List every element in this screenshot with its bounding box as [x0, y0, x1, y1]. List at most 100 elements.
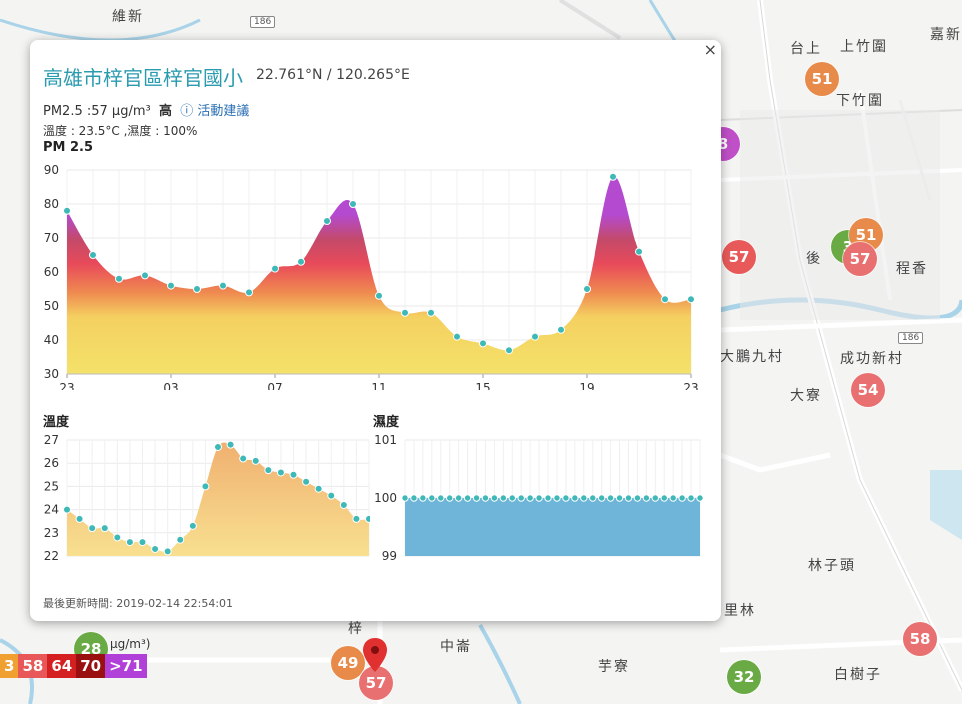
legend-item: 58	[18, 654, 48, 678]
data-point[interactable]	[89, 251, 97, 259]
map-pin[interactable]	[362, 637, 388, 673]
data-point[interactable]	[437, 494, 445, 502]
data-point[interactable]	[251, 456, 260, 465]
data-point[interactable]	[589, 494, 597, 502]
info-circle-icon[interactable]: ⓘ	[180, 104, 193, 119]
data-point[interactable]	[454, 494, 463, 502]
data-point[interactable]	[75, 514, 84, 523]
data-point[interactable]	[245, 288, 253, 297]
data-point[interactable]	[428, 494, 436, 502]
data-point[interactable]	[188, 521, 197, 530]
data-point[interactable]	[401, 308, 409, 317]
y-tick-label: 23	[44, 526, 59, 540]
data-point[interactable]	[214, 442, 222, 451]
close-button[interactable]: ×	[704, 40, 717, 59]
data-point[interactable]	[151, 545, 160, 554]
data-point[interactable]	[669, 494, 677, 502]
data-point[interactable]	[100, 524, 109, 533]
data-point[interactable]	[323, 217, 331, 225]
station-marker[interactable]: 58	[903, 622, 937, 656]
data-point[interactable]	[352, 514, 361, 523]
data-point[interactable]	[193, 285, 201, 293]
data-point[interactable]	[138, 538, 147, 547]
data-point[interactable]	[517, 494, 525, 502]
data-point[interactable]	[63, 505, 71, 514]
advice-link[interactable]: 活動建議	[197, 104, 249, 119]
data-point[interactable]	[635, 247, 643, 256]
data-point[interactable]	[219, 281, 227, 290]
station-marker[interactable]: 57	[722, 240, 756, 274]
data-point[interactable]	[226, 440, 235, 449]
data-point[interactable]	[289, 470, 298, 479]
data-point[interactable]	[314, 484, 323, 493]
humidity-area	[405, 498, 700, 556]
data-point[interactable]	[297, 257, 305, 266]
data-point[interactable]	[557, 325, 565, 334]
data-point[interactable]	[508, 494, 516, 502]
data-point[interactable]	[687, 295, 695, 304]
data-point[interactable]	[609, 172, 617, 181]
data-point[interactable]	[302, 477, 311, 486]
data-point[interactable]	[125, 538, 134, 547]
data-point[interactable]	[88, 524, 97, 533]
data-point[interactable]	[660, 494, 668, 502]
data-point[interactable]	[427, 308, 435, 317]
data-point[interactable]	[163, 547, 172, 556]
data-point[interactable]	[453, 332, 461, 341]
data-point[interactable]	[505, 346, 513, 355]
data-point[interactable]	[562, 494, 570, 502]
data-point[interactable]	[499, 494, 508, 502]
station-marker[interactable]: 32	[727, 660, 761, 694]
y-tick-label: 50	[44, 299, 59, 313]
data-point[interactable]	[633, 494, 642, 502]
data-point[interactable]	[463, 494, 472, 502]
data-point[interactable]	[624, 494, 633, 502]
data-point[interactable]	[481, 494, 490, 502]
data-point[interactable]	[678, 494, 686, 502]
data-point[interactable]	[553, 494, 561, 502]
data-point[interactable]	[115, 274, 123, 283]
data-point[interactable]	[606, 494, 615, 502]
data-point[interactable]	[63, 206, 71, 215]
data-point[interactable]	[445, 494, 454, 502]
data-point[interactable]	[349, 200, 357, 208]
data-point[interactable]	[615, 494, 624, 502]
data-point[interactable]	[113, 533, 122, 542]
data-point[interactable]	[531, 332, 539, 341]
data-point[interactable]	[167, 281, 175, 290]
data-point[interactable]	[410, 494, 418, 502]
data-point[interactable]	[264, 466, 273, 475]
data-point[interactable]	[597, 494, 606, 502]
data-point[interactable]	[642, 494, 651, 502]
data-point[interactable]	[375, 291, 383, 300]
station-marker[interactable]: 51	[805, 62, 839, 96]
data-point[interactable]	[687, 494, 695, 502]
data-point[interactable]	[571, 494, 579, 502]
data-point[interactable]	[327, 491, 336, 500]
data-point[interactable]	[176, 535, 185, 544]
data-point[interactable]	[651, 494, 660, 502]
data-point[interactable]	[580, 494, 588, 502]
station-coords: 22.761°N / 120.265°E	[256, 67, 410, 83]
data-point[interactable]	[239, 454, 248, 463]
data-point[interactable]	[401, 494, 409, 502]
station-marker[interactable]: 54	[851, 373, 885, 407]
station-marker[interactable]: 57	[843, 242, 877, 276]
data-point[interactable]	[419, 494, 427, 502]
data-point[interactable]	[271, 264, 279, 273]
data-point[interactable]	[661, 295, 669, 304]
data-point[interactable]	[472, 494, 481, 502]
data-point[interactable]	[544, 494, 552, 502]
data-point[interactable]	[201, 482, 210, 491]
data-point[interactable]	[696, 494, 704, 502]
data-point[interactable]	[526, 494, 534, 502]
data-point[interactable]	[276, 468, 285, 477]
data-point[interactable]	[490, 494, 499, 502]
data-point[interactable]	[583, 285, 591, 293]
map-pin-icon	[363, 638, 387, 672]
data-point[interactable]	[141, 271, 149, 280]
data-point[interactable]	[479, 339, 487, 348]
data-point[interactable]	[535, 494, 543, 502]
y-tick-label: 90	[44, 163, 59, 177]
data-point[interactable]	[339, 500, 348, 509]
